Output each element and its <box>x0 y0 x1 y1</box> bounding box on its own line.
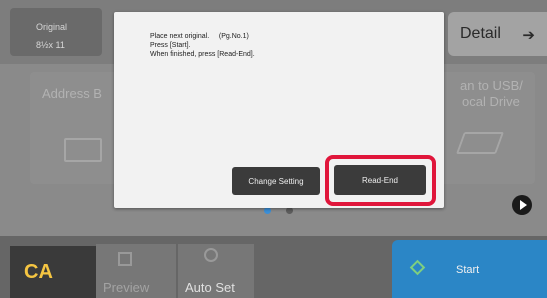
dialog-line-3: When finished, press [Read-End]. <box>150 51 255 58</box>
read-end-highlight <box>325 155 436 206</box>
auto-set-icon <box>204 248 218 262</box>
address-book-label: Address B <box>42 86 102 101</box>
page-dot-inactive <box>286 207 293 214</box>
detail-label: Detail <box>460 25 501 42</box>
dialog-line-1-text: Place next original. <box>150 33 210 40</box>
scan-to-usb-label-1: an to USB/ <box>460 78 523 93</box>
ca-button[interactable]: CA <box>10 246 96 298</box>
preview-icon <box>118 252 132 266</box>
play-icon[interactable] <box>512 195 532 215</box>
scan-to-usb-label-2: ocal Drive <box>462 94 520 109</box>
auto-set-label: Auto Set <box>185 280 235 295</box>
paper-size: 8½x 11 <box>36 40 65 50</box>
detail-button[interactable]: Detail ➔ <box>448 12 547 56</box>
address-book-icon <box>64 138 102 162</box>
dialog-page-number: (Pg.No.1) <box>218 33 249 40</box>
preview-label: Preview <box>103 280 150 295</box>
arrow-right-icon: ➔ <box>522 27 535 44</box>
original-label: Original <box>36 22 68 32</box>
usb-icon <box>455 132 505 154</box>
dialog-line-2: Press [Start]. <box>150 42 191 49</box>
change-setting-button[interactable]: Change Setting <box>232 167 320 195</box>
page-dot-active <box>264 207 271 214</box>
dialog-line-1: Place next original. (Pg.No.1) <box>150 32 249 41</box>
start-label: Start <box>456 264 480 276</box>
